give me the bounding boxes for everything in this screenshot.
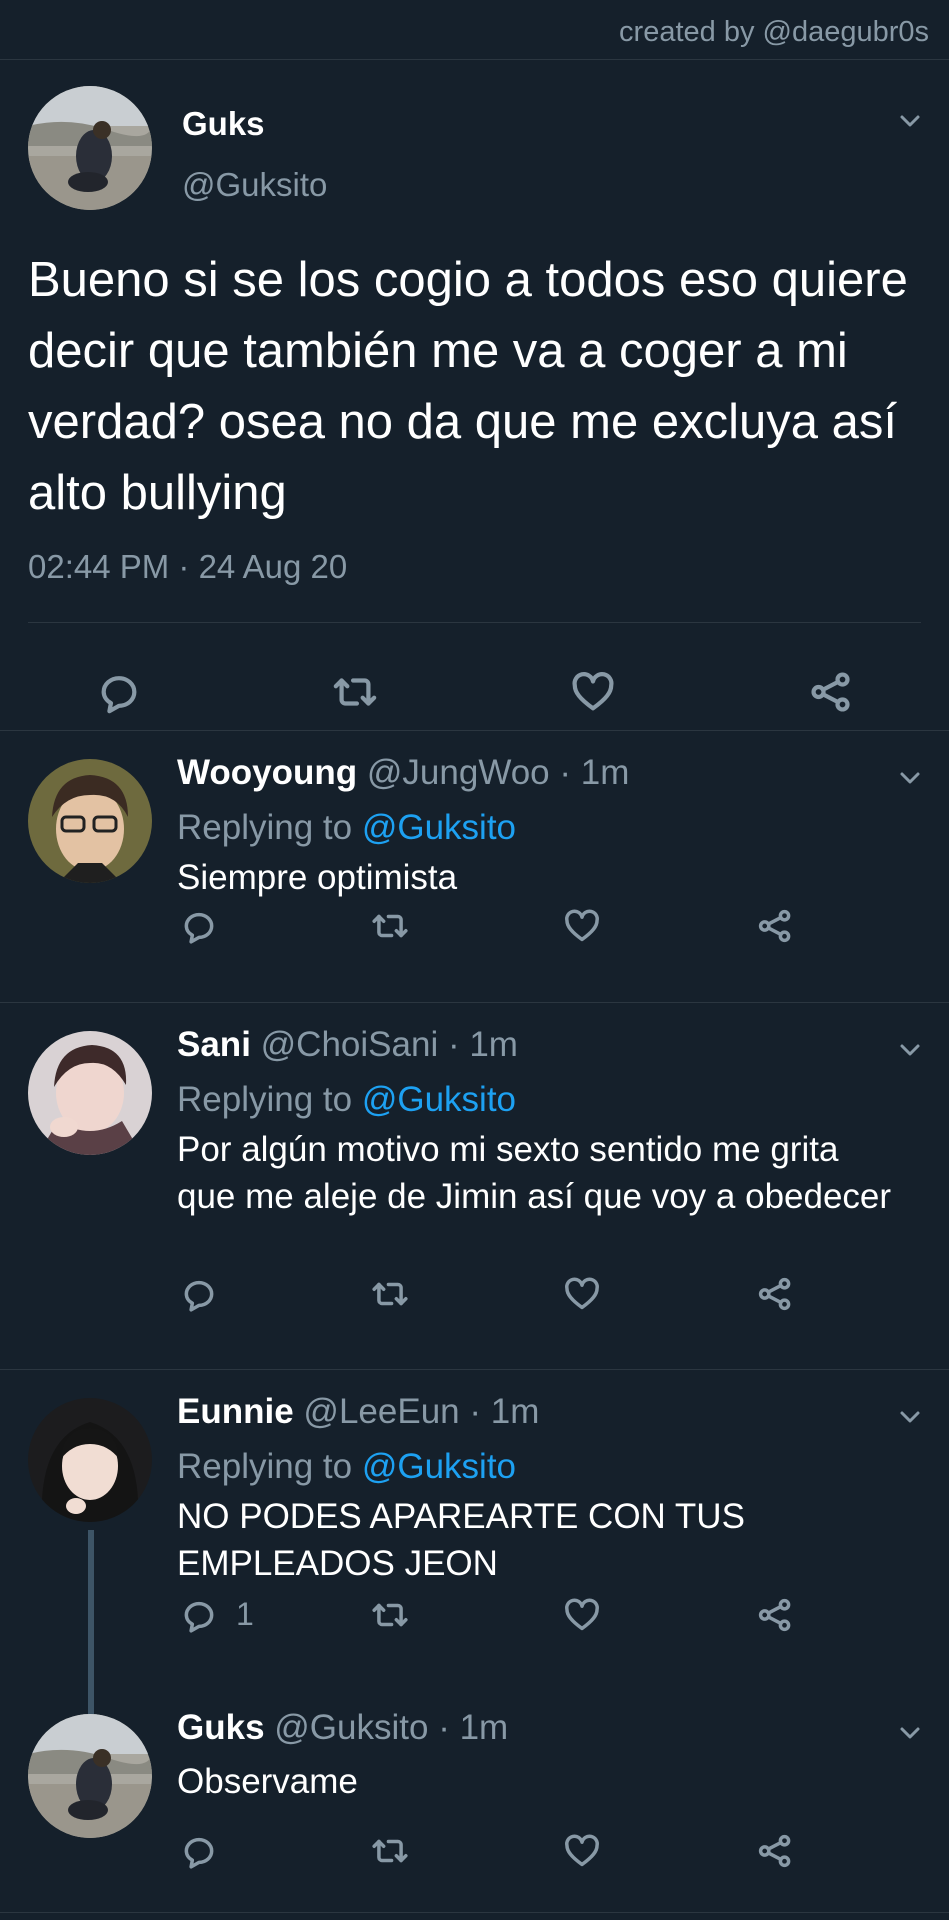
author-handle[interactable]: @Guksito [182, 166, 327, 204]
retweet-icon[interactable] [371, 1596, 409, 1634]
reply-author-handle[interactable]: @ChoiSani [261, 1025, 439, 1064]
replying-to-label: Replying to [177, 808, 362, 847]
author-name[interactable]: Guks [182, 105, 265, 143]
share-icon[interactable] [756, 1596, 794, 1634]
avatar-guks[interactable] [28, 86, 152, 210]
reply-icon[interactable] [180, 1275, 218, 1313]
avatar-wooyoung[interactable] [28, 759, 152, 883]
thread-line [88, 1530, 94, 1714]
replying-to-label: Replying to [177, 1080, 362, 1119]
retweet-icon[interactable] [371, 907, 409, 945]
reply-icon[interactable] [180, 1832, 218, 1870]
reply-header: Sani @ChoiSani · 1m [177, 1025, 518, 1065]
reply-tweet[interactable]: Wooyoung @JungWoo · 1m Replying to @Guks… [0, 731, 949, 1003]
replying-to-line: Replying to @Guksito [177, 1080, 516, 1120]
replying-to-link[interactable]: @Guksito [362, 808, 516, 847]
replying-to-link[interactable]: @Guksito [362, 1080, 516, 1119]
chevron-down-icon[interactable] [897, 1404, 923, 1430]
heart-icon[interactable] [563, 907, 601, 945]
reply-count: 1 [236, 1596, 254, 1632]
chevron-down-icon[interactable] [897, 108, 923, 134]
share-icon[interactable] [756, 907, 794, 945]
reply-header: Eunnie @LeeEun · 1m [177, 1392, 539, 1432]
reply-text: NO PODES APAREARTE CON TUS EMPLEADOS JEO… [177, 1497, 745, 1583]
reply-tweet[interactable]: Guks @Guksito · 1m Observame [0, 1708, 949, 1913]
tweet-text: Bueno si se los cogio a todos eso quiere… [28, 253, 908, 520]
reply-text: Siempre optimista [177, 858, 458, 897]
reply-text: Por algún motivo mi sexto sentido me gri… [177, 1130, 892, 1216]
separator-dot: · [549, 753, 581, 792]
divider [28, 622, 921, 623]
reply-author-name[interactable]: Wooyoung [177, 753, 357, 792]
reply-text: Observame [177, 1762, 358, 1801]
heart-icon[interactable] [563, 1832, 601, 1870]
reply-icon[interactable] [96, 669, 142, 715]
chevron-down-icon[interactable] [897, 1720, 923, 1746]
reply-icon[interactable] [180, 907, 218, 945]
share-icon[interactable] [756, 1275, 794, 1313]
reply-header: Guks @Guksito · 1m [177, 1708, 508, 1748]
chevron-down-icon[interactable] [897, 765, 923, 791]
heart-icon[interactable] [563, 1275, 601, 1313]
retweet-icon[interactable] [332, 669, 378, 715]
reply-author-name[interactable]: Guks [177, 1708, 265, 1747]
reply-tweet[interactable]: Sani @ChoiSani · 1m Replying to @Guksito… [0, 1003, 949, 1370]
avatar-sani[interactable] [28, 1031, 152, 1155]
main-tweet: Guks @Guksito Bueno si se los cogio a to… [0, 60, 949, 731]
avatar-eunnie[interactable] [28, 1398, 152, 1522]
heart-icon[interactable] [570, 669, 616, 715]
replying-to-label: Replying to [177, 1447, 362, 1486]
share-icon[interactable] [756, 1832, 794, 1870]
reply-author-handle[interactable]: @Guksito [274, 1708, 428, 1747]
reply-tweet[interactable]: Eunnie @LeeEun · 1m Replying to @Guksito… [0, 1370, 949, 1714]
separator-dot: · [438, 1025, 470, 1064]
tweet-timestamp[interactable]: 02:44 PM · 24 Aug 20 [28, 548, 347, 586]
reply-time[interactable]: 1m [491, 1392, 540, 1431]
reply-time[interactable]: 1m [581, 753, 630, 792]
share-icon[interactable] [808, 669, 854, 715]
reply-author-name[interactable]: Eunnie [177, 1392, 294, 1431]
separator-dot: · [459, 1392, 491, 1431]
reply-icon[interactable] [180, 1596, 218, 1634]
retweet-icon[interactable] [371, 1832, 409, 1870]
reply-author-name[interactable]: Sani [177, 1025, 251, 1064]
reply-time[interactable]: 1m [469, 1025, 518, 1064]
avatar-guks[interactable] [28, 1714, 152, 1838]
replying-to-line: Replying to @Guksito [177, 808, 516, 848]
reply-header: Wooyoung @JungWoo · 1m [177, 753, 629, 793]
retweet-icon[interactable] [371, 1275, 409, 1313]
chevron-down-icon[interactable] [897, 1037, 923, 1063]
reply-author-handle[interactable]: @JungWoo [367, 753, 550, 792]
replying-to-link[interactable]: @Guksito [362, 1447, 516, 1486]
reply-author-handle[interactable]: @LeeEun [303, 1392, 459, 1431]
credit-text: created by @daegubr0s [0, 0, 949, 60]
heart-icon[interactable] [563, 1596, 601, 1634]
separator-dot: · [428, 1708, 460, 1747]
reply-time[interactable]: 1m [460, 1708, 509, 1747]
replying-to-line: Replying to @Guksito [177, 1447, 516, 1487]
